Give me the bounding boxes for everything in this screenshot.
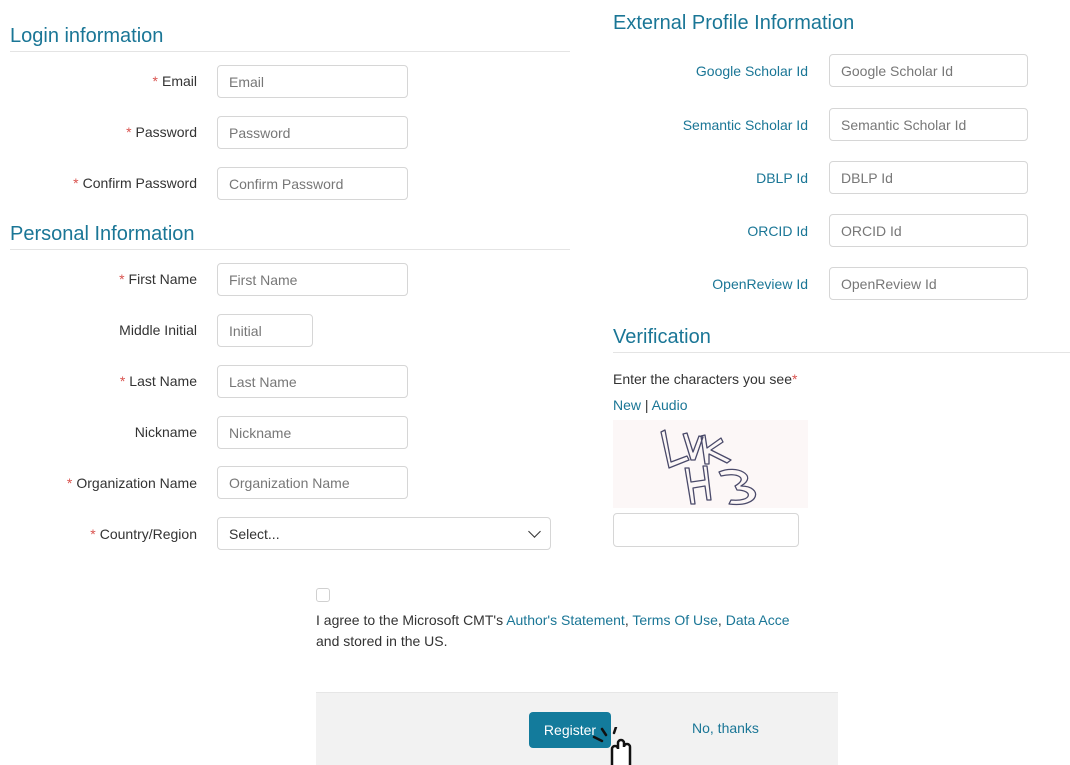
data-access-link[interactable]: Data Acce: [726, 612, 790, 628]
agreement-text: I agree to the Microsoft CMT's Author's …: [316, 612, 790, 649]
password-label: * Password: [126, 124, 197, 140]
chevron-down-icon: [528, 525, 541, 538]
semantic-scholar-label: Semantic Scholar Id: [682, 117, 808, 133]
first-name-label: * First Name: [119, 271, 197, 287]
form-footer: Register No, thanks: [316, 692, 838, 765]
middle-initial-input[interactable]: [217, 314, 313, 347]
login-section-title: Login information: [10, 25, 164, 47]
last-name-input[interactable]: [217, 365, 408, 398]
captcha-input[interactable]: [613, 513, 799, 547]
semantic-scholar-input[interactable]: [829, 108, 1028, 141]
orcid-input[interactable]: [829, 214, 1028, 247]
organization-name-input[interactable]: [217, 466, 408, 499]
required-marker: *: [152, 73, 158, 89]
middle-initial-label: Middle Initial: [119, 322, 197, 338]
personal-section-title: Personal Information: [10, 223, 195, 245]
captcha-prompt: Enter the characters you see*: [613, 371, 798, 387]
country-region-selected: Select...: [229, 525, 280, 542]
password-input[interactable]: [217, 116, 408, 149]
google-scholar-input[interactable]: [829, 54, 1028, 87]
captcha-links: New | Audio: [613, 397, 688, 413]
email-label: * Email: [152, 73, 197, 89]
nickname-input[interactable]: [217, 416, 408, 449]
confirm-password-input[interactable]: [217, 167, 408, 200]
captcha-glyphs: [660, 429, 757, 506]
required-marker: *: [126, 124, 132, 140]
first-name-input[interactable]: [217, 263, 408, 296]
orcid-label: ORCID Id: [747, 223, 808, 239]
dblp-input[interactable]: [829, 161, 1028, 194]
authors-statement-link[interactable]: Author's Statement: [506, 612, 625, 628]
google-scholar-label: Google Scholar Id: [695, 63, 808, 79]
openreview-input[interactable]: [829, 267, 1028, 300]
required-marker: *: [792, 371, 798, 387]
email-input[interactable]: [217, 65, 408, 98]
required-marker: *: [73, 175, 79, 191]
country-region-select[interactable]: Select...: [217, 517, 551, 550]
no-thanks-link[interactable]: No, thanks: [692, 720, 759, 736]
captcha-image: [613, 420, 808, 508]
personal-divider: [10, 249, 570, 250]
required-marker: *: [66, 475, 73, 491]
required-marker: *: [119, 271, 125, 287]
organization-name-label: * Organization Name: [66, 475, 197, 491]
verification-section-title: Verification: [613, 326, 711, 348]
verification-divider: [613, 352, 1070, 353]
captcha-new-link[interactable]: New: [613, 397, 641, 413]
required-marker: *: [90, 526, 96, 542]
external-section-title: External Profile Information: [613, 12, 855, 34]
confirm-password-label: * Confirm Password: [73, 175, 197, 191]
nickname-label: Nickname: [134, 424, 197, 440]
agree-checkbox[interactable]: [316, 588, 330, 602]
country-region-label: * Country/Region: [90, 526, 197, 542]
captcha-audio-link[interactable]: Audio: [652, 397, 688, 413]
dblp-label: DBLP Id: [756, 170, 808, 186]
terms-of-use-link[interactable]: Terms Of Use: [632, 612, 718, 628]
last-name-label: * Last Name: [119, 373, 197, 389]
required-marker: *: [119, 373, 126, 389]
openreview-label: OpenReview Id: [712, 276, 808, 292]
click-cursor-icon: [592, 727, 632, 765]
login-divider: [10, 51, 570, 52]
